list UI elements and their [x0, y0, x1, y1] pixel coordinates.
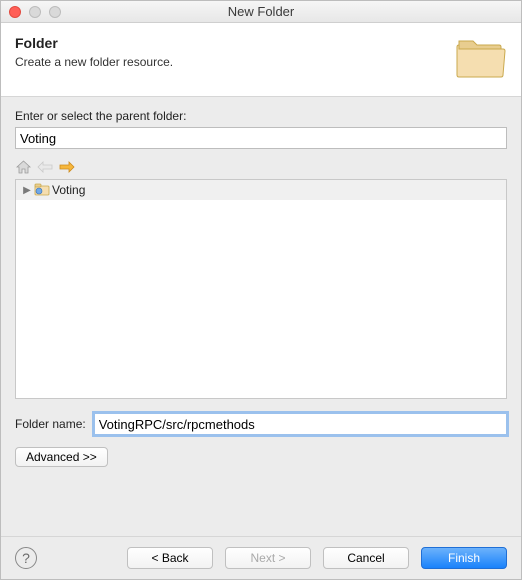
titlebar: New Folder: [1, 1, 521, 23]
banner-title: Folder: [15, 35, 173, 51]
advanced-button[interactable]: Advanced >>: [15, 447, 108, 467]
help-icon[interactable]: ?: [15, 547, 37, 569]
forward-arrow-icon[interactable]: [59, 159, 75, 175]
folder-name-input[interactable]: [94, 413, 507, 435]
wizard-banner: Folder Create a new folder resource.: [1, 23, 521, 97]
new-folder-dialog: New Folder Folder Create a new folder re…: [0, 0, 522, 580]
parent-folder-input[interactable]: [15, 127, 507, 149]
project-icon: [34, 182, 50, 199]
back-arrow-icon[interactable]: [37, 159, 53, 175]
disclosure-triangle-icon[interactable]: ▶: [22, 185, 32, 196]
wizard-content: Enter or select the parent folder: ▶: [1, 97, 521, 536]
folder-tree[interactable]: ▶ Voting: [15, 179, 507, 399]
banner-description: Create a new folder resource.: [15, 55, 173, 69]
wizard-footer: ? < Back Next > Cancel Finish: [1, 536, 521, 579]
folder-nav-toolbar: [15, 157, 507, 177]
cancel-button[interactable]: Cancel: [323, 547, 409, 569]
back-button[interactable]: < Back: [127, 547, 213, 569]
next-button: Next >: [225, 547, 311, 569]
parent-folder-label: Enter or select the parent folder:: [15, 109, 507, 123]
folder-name-label: Folder name:: [15, 417, 86, 431]
home-icon[interactable]: [15, 159, 31, 175]
window-title: New Folder: [1, 4, 521, 19]
folder-icon: [455, 35, 507, 82]
tree-row[interactable]: ▶ Voting: [16, 180, 506, 200]
tree-item-label: Voting: [52, 183, 85, 197]
finish-button[interactable]: Finish: [421, 547, 507, 569]
